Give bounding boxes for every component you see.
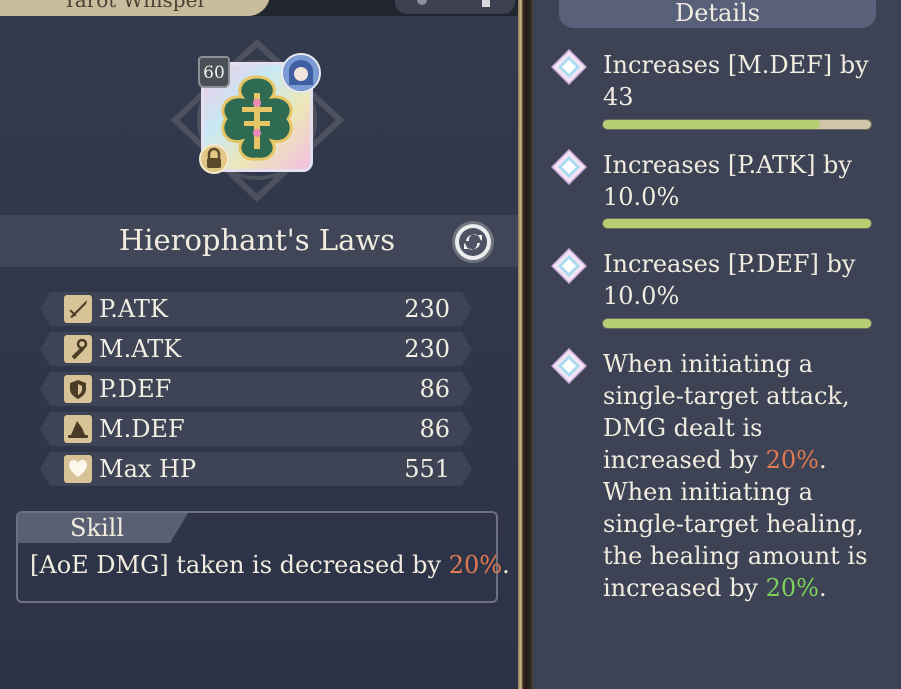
gem-icon (551, 348, 587, 384)
tab-icons (395, 0, 515, 14)
skill-label: Skill (70, 514, 125, 542)
skill-value: 20% (448, 551, 503, 579)
detail-value: 10.0% (603, 282, 680, 310)
stat-name: P.ATK (99, 295, 168, 323)
progress-bar (603, 120, 871, 129)
stat-value: 230 (404, 335, 450, 363)
detail-line: Increases [M.DEF] by (603, 51, 869, 79)
detail-line: Increases [P.DEF] by (603, 250, 856, 278)
details-panel: Details Increases [M.DEF] by 43 Increase… (533, 0, 901, 689)
detail-value: 10.0% (603, 183, 680, 211)
stat-name: M.DEF (99, 415, 185, 443)
sword-icon (64, 295, 92, 323)
title-tab[interactable]: Tarot Whisper (0, 0, 270, 16)
progress-bar (603, 319, 871, 328)
stat-name: P.DEF (99, 375, 172, 403)
effect-text-3: . (818, 574, 827, 602)
crossed-tools-icon[interactable] (415, 0, 429, 8)
effect-value-1: 20% (765, 446, 819, 474)
stat-value: 230 (404, 295, 450, 323)
detail-text: Increases [P.ATK] by 10.0% (603, 149, 893, 213)
skill-text: [AoE DMG] taken is decreased by (30, 551, 449, 579)
skill-box: Skill [AoE DMG] taken is decreased by 20… (16, 511, 510, 603)
hat-icon (64, 415, 92, 443)
stat-name: M.ATK (99, 335, 182, 363)
title-label: Tarot Whisper (62, 0, 207, 12)
gem-icon (551, 149, 587, 185)
item-info-panel: Tarot Whisper 60 Hierophant's Laws P.ATK… (0, 0, 518, 689)
panel-divider (518, 0, 533, 689)
gem-icon (551, 49, 587, 85)
skill-text-end: . (502, 551, 510, 579)
stat-row-mdef: M.DEF 86 (40, 412, 472, 446)
shield-icon (64, 375, 92, 403)
stat-value: 86 (419, 375, 450, 403)
detail-text: Increases [P.DEF] by 10.0% (603, 248, 893, 312)
item-name: Hierophant's Laws (118, 223, 396, 257)
effect-text: When initiating a single-target attack, … (603, 348, 888, 604)
stat-value: 551 (404, 455, 450, 483)
heart-icon (64, 455, 92, 483)
wand-icon (64, 335, 92, 363)
gem-icon (551, 248, 587, 284)
padlock-icon (207, 147, 221, 168)
detail-value: 43 (603, 83, 634, 111)
details-header: Details (559, 0, 876, 28)
stat-row-maxhp: Max HP 551 (40, 452, 472, 486)
progress-fill (603, 120, 821, 129)
character-avatar[interactable] (281, 53, 321, 93)
effect-value-2: 20% (765, 574, 819, 602)
stat-row-pdef: P.DEF 86 (40, 372, 472, 406)
swap-arrows-icon (459, 228, 487, 256)
progress-fill (603, 219, 871, 228)
lock-icon[interactable] (479, 0, 493, 8)
stat-row-patk: P.ATK 230 (40, 292, 472, 326)
level-badge: 60 (198, 56, 230, 88)
swap-button[interactable] (452, 221, 494, 263)
detail-line: Increases [P.ATK] by (603, 151, 852, 179)
item-name-bar: Hierophant's Laws (0, 215, 518, 267)
character-portrait-icon (283, 55, 319, 91)
progress-bar (603, 219, 871, 228)
progress-fill (603, 319, 871, 328)
skill-description: [AoE DMG] taken is decreased by 20%. (30, 549, 510, 581)
stat-name: Max HP (99, 455, 197, 483)
lock-toggle[interactable] (199, 144, 229, 174)
detail-text: Increases [M.DEF] by 43 (603, 49, 893, 113)
stat-value: 86 (419, 415, 450, 443)
stat-row-matk: M.ATK 230 (40, 332, 472, 366)
